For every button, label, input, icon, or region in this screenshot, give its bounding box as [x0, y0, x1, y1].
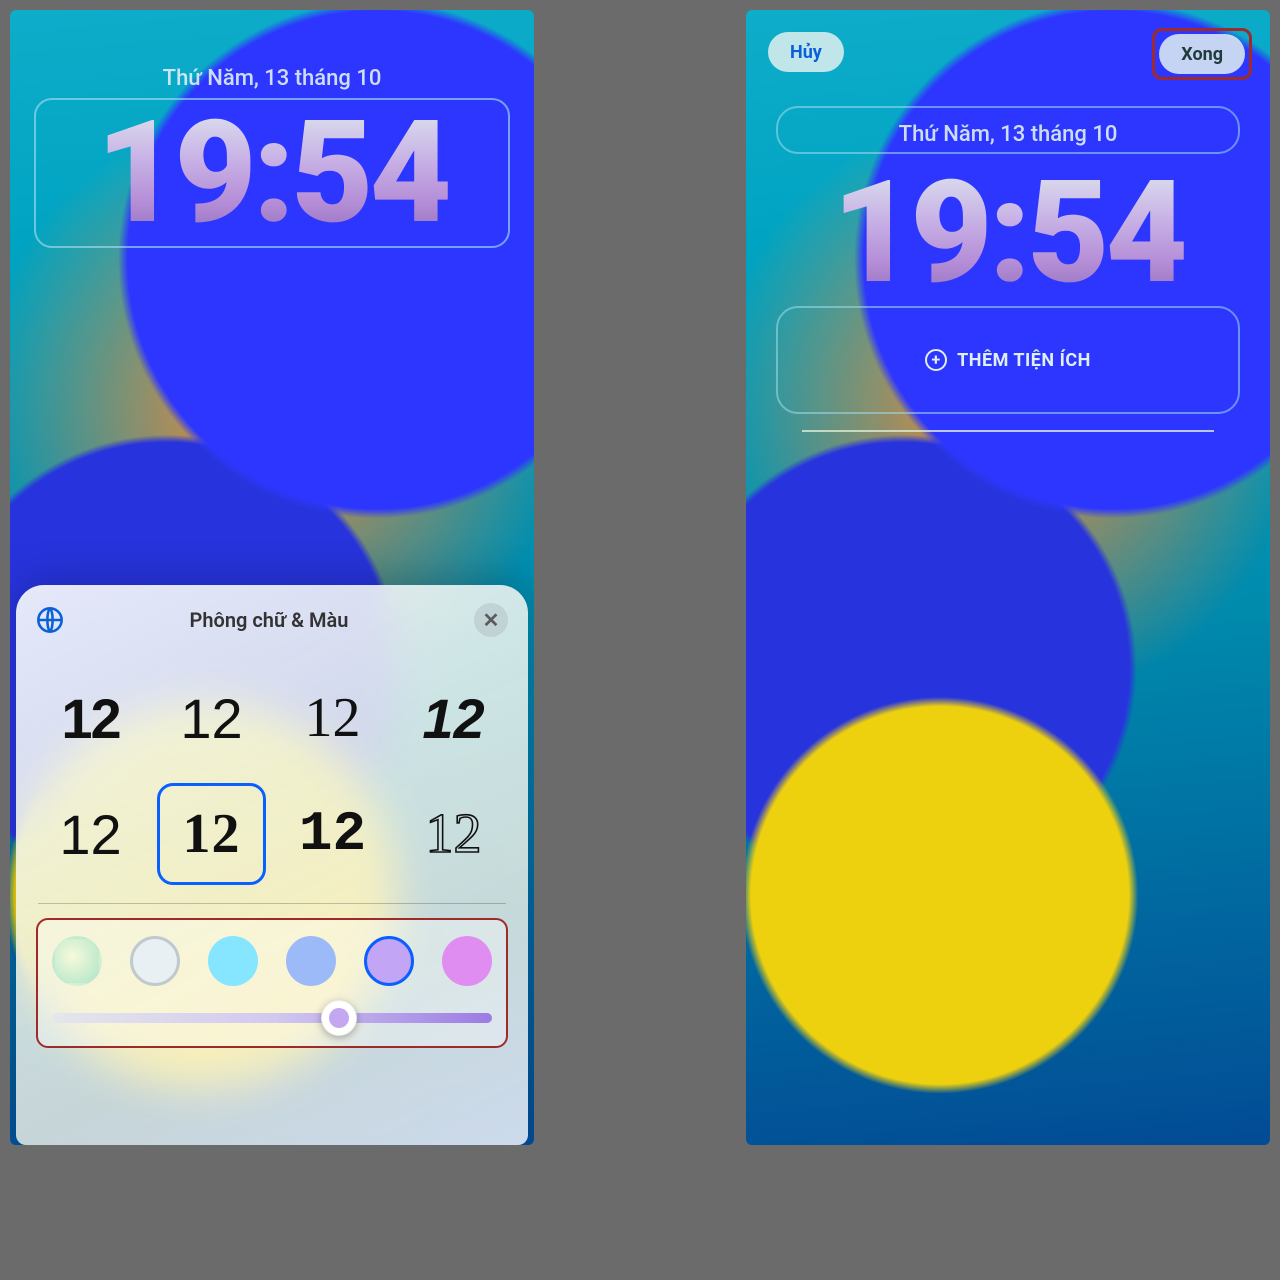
lockscreen-editor-left: Thứ Năm, 13 tháng 10 19:54 Phông chữ & M… — [10, 10, 534, 1145]
color-swatch-6[interactable] — [442, 936, 492, 986]
time-widget-outline[interactable]: 19:54 — [34, 98, 510, 248]
font-color-sheet: Phông chữ & Màu ✕ 12 12 12 12 12 12 12 1… — [16, 585, 528, 1145]
color-picker-highlight — [36, 918, 508, 1048]
add-widget-box[interactable]: + THÊM TIỆN ÍCH — [776, 306, 1240, 414]
lockscreen-date: Thứ Năm, 13 tháng 10 — [746, 122, 1270, 147]
lockscreen-time: 19:54 — [832, 162, 1184, 304]
font-option-8[interactable]: 12 — [399, 783, 508, 885]
font-option-6-selected[interactable]: 12 — [157, 783, 266, 885]
sheet-title: Phông chữ & Màu — [64, 608, 474, 632]
slider-thumb[interactable] — [321, 1000, 357, 1036]
lockscreen-editor-right: Hủy Xong Thứ Năm, 13 tháng 10 19:54 + TH… — [746, 10, 1270, 1145]
color-swatch-5-selected[interactable] — [364, 936, 414, 986]
font-option-7[interactable]: 12 — [278, 783, 387, 885]
font-option-5[interactable]: 12 — [36, 783, 145, 885]
color-swatch-3[interactable] — [208, 936, 258, 986]
font-option-4[interactable]: 12 — [399, 667, 508, 769]
add-widget-label: THÊM TIỆN ÍCH — [957, 350, 1091, 371]
lockscreen-date: Thứ Năm, 13 tháng 10 — [10, 66, 534, 91]
color-swatch-4[interactable] — [286, 936, 336, 986]
tint-slider[interactable] — [48, 1006, 496, 1030]
font-option-2[interactable]: 12 — [157, 667, 266, 769]
font-option-3[interactable]: 12 — [278, 667, 387, 769]
time-widget[interactable]: 19:54 — [770, 158, 1246, 308]
font-option-1[interactable]: 12 — [36, 667, 145, 769]
color-swatch-1[interactable] — [52, 936, 102, 986]
font-grid: 12 12 12 12 12 12 12 12 — [30, 667, 514, 885]
color-swatches — [48, 932, 496, 1006]
cancel-button[interactable]: Hủy — [768, 32, 844, 72]
widget-underline — [802, 430, 1214, 432]
done-button[interactable]: Xong — [1159, 34, 1245, 74]
slider-track — [52, 1013, 492, 1023]
close-icon[interactable]: ✕ — [474, 603, 508, 637]
globe-icon[interactable] — [36, 606, 64, 634]
color-swatch-2[interactable] — [130, 936, 180, 986]
plus-icon: + — [925, 349, 947, 371]
lockscreen-time: 19:54 — [96, 102, 448, 244]
sheet-header: Phông chữ & Màu ✕ — [30, 603, 514, 637]
divider — [38, 903, 506, 904]
done-highlight: Xong — [1152, 28, 1252, 80]
